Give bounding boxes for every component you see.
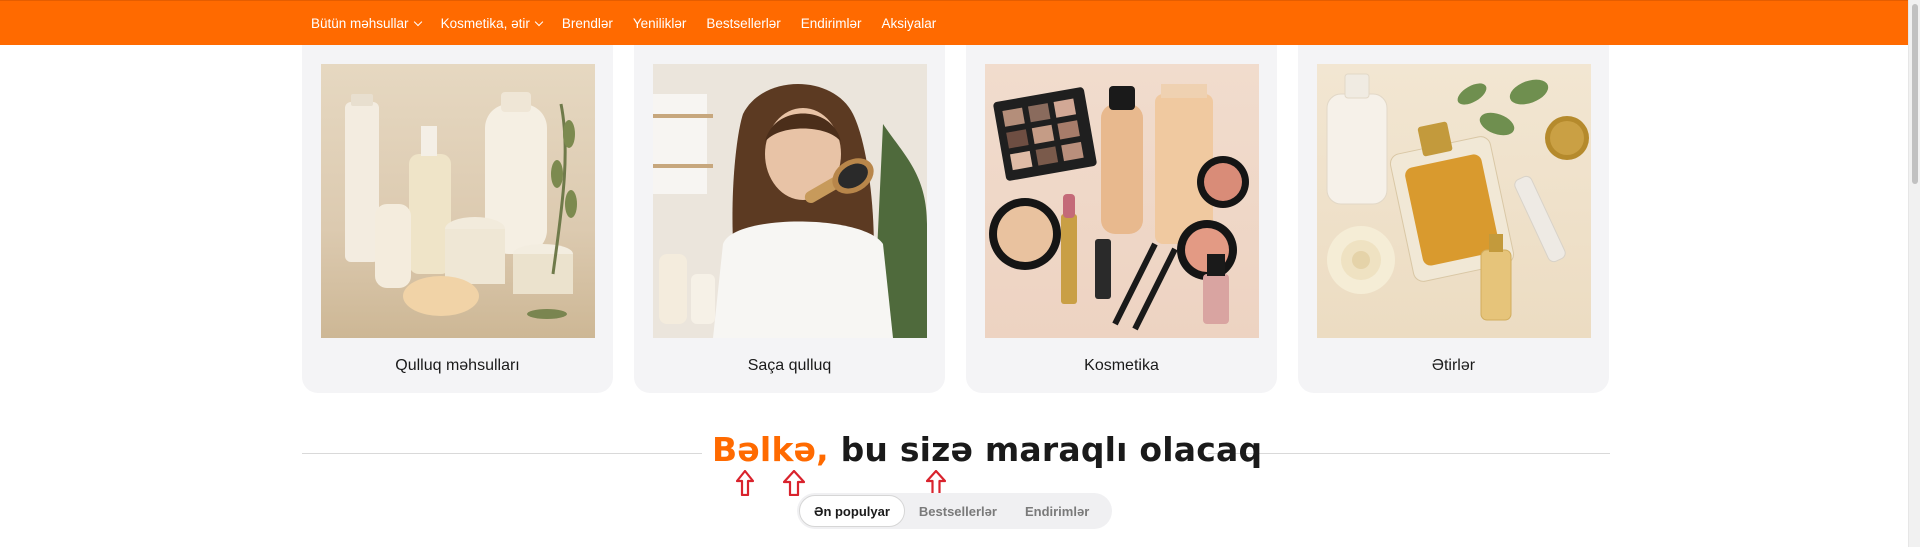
- nav-item-bestsellers[interactable]: Bestsellerlər: [696, 1, 790, 46]
- nav-item-label: Bütün məhsullar: [311, 16, 409, 31]
- category-label: Saça qulluq: [747, 357, 832, 374]
- nav-item-promotions[interactable]: Aksiyalar: [871, 1, 946, 46]
- nav-item-all-products[interactable]: Bütün məhsullar: [311, 1, 431, 46]
- section-title: Bəlkə, bu sizə maraqlı olacaq: [712, 430, 1262, 469]
- product-filter-tabs: Ən populyar Bestsellerlər Endirimlər: [797, 493, 1112, 529]
- category-card-makeup[interactable]: Kosmetika: [966, 45, 1277, 393]
- perfume-image: [1317, 64, 1591, 338]
- category-card-perfume[interactable]: Ətirlər: [1298, 45, 1609, 393]
- scrollbar-thumb[interactable]: [1912, 4, 1918, 184]
- nav-item-label: Endirimlər: [800, 16, 862, 31]
- hair-care-image: [653, 64, 927, 338]
- category-card-skincare[interactable]: Qulluq məhsulları: [302, 45, 613, 393]
- annotation-arrow-icon: [736, 470, 754, 496]
- chevron-down-icon: [413, 17, 422, 26]
- category-label: Kosmetika: [1084, 357, 1159, 374]
- heading-divider-right: [1208, 453, 1610, 454]
- nav-menu: Bütün məhsullar Kosmetika, ətir Brendlər…: [311, 1, 946, 46]
- nav-item-label: Yeniliklər: [632, 16, 687, 31]
- nav-item-label: Bestsellerlər: [706, 16, 781, 31]
- heading-divider-left: [302, 453, 702, 454]
- makeup-products-image: [985, 64, 1259, 338]
- category-card-hair-care[interactable]: Saça qulluq: [634, 45, 945, 393]
- nav-item-new-arrivals[interactable]: Yeniliklər: [623, 1, 697, 46]
- nav-item-discounts[interactable]: Endirimlər: [791, 1, 872, 46]
- section-title-accent: Bəlkə,: [712, 430, 829, 469]
- chevron-down-icon: [534, 17, 544, 26]
- nav-item-label: Aksiyalar: [881, 16, 937, 31]
- nav-item-label: Kosmetika, ətir: [440, 16, 530, 31]
- section-title-rest: bu sizə maraqlı olacaq: [828, 430, 1263, 469]
- nav-item-brands[interactable]: Brendlər: [552, 1, 623, 46]
- category-label: Qulluq məhsulları: [395, 357, 520, 374]
- category-cards: Qulluq məhsulları Saça qulluq Kosmetika …: [302, 45, 1609, 393]
- tab-discounts[interactable]: Endirimlər: [1011, 495, 1103, 527]
- top-navigation-bar: Bütün məhsullar Kosmetika, ətir Brendlər…: [0, 0, 1908, 45]
- tab-bestsellers[interactable]: Bestsellerlər: [905, 495, 1011, 527]
- skincare-products-image: [321, 64, 595, 338]
- annotation-arrow-icon: [783, 470, 805, 496]
- nav-item-cosmetics-perfume[interactable]: Kosmetika, ətir: [431, 1, 552, 46]
- tab-most-popular[interactable]: Ən populyar: [799, 495, 905, 527]
- page-scrollbar[interactable]: [1908, 0, 1920, 547]
- category-label: Ətirlər: [1431, 357, 1476, 374]
- nav-item-label: Brendlər: [561, 16, 613, 31]
